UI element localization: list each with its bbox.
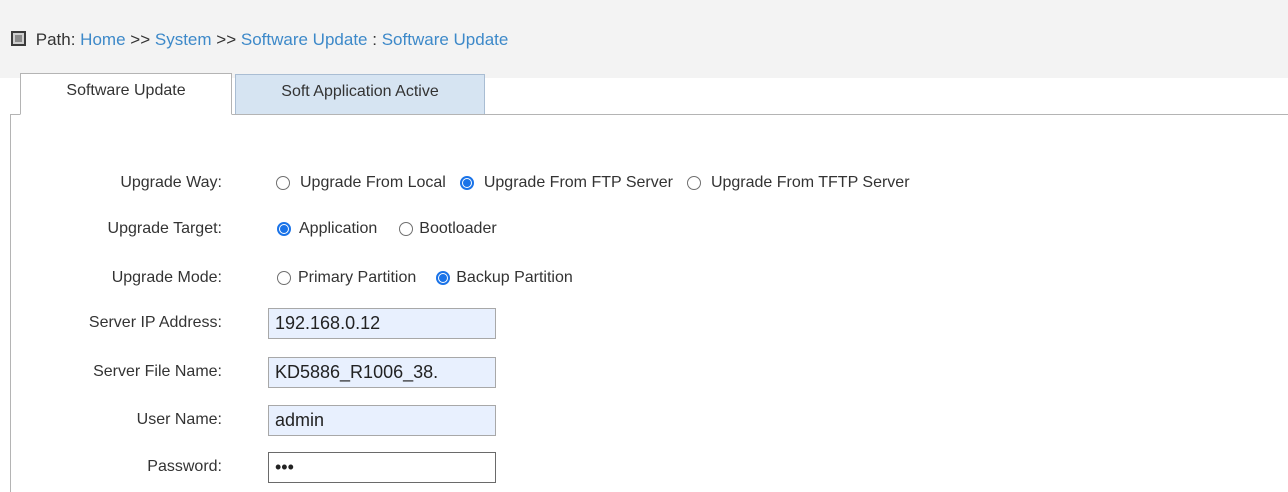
breadcrumb-separator: >> — [216, 30, 237, 49]
upgrade-target-option-label: Application — [299, 220, 378, 237]
server-ip-input[interactable] — [268, 308, 496, 339]
server-file-label: Server File Name: — [93, 363, 222, 380]
upgrade-way-option-ftp[interactable]: Upgrade From FTP Server — [459, 174, 673, 192]
upgrade-mode-label: Upgrade Mode: — [111, 269, 222, 286]
upgrade-target-row: Upgrade Target: Application Bootloader — [0, 214, 1288, 244]
upgrade-way-option-tftp[interactable]: Upgrade From TFTP Server — [686, 174, 910, 192]
breadcrumb-separator: >> — [130, 30, 151, 49]
user-name-label: User Name: — [136, 411, 222, 428]
radio-bootloader[interactable] — [399, 222, 414, 236]
breadcrumb-system[interactable]: System — [155, 30, 212, 49]
server-ip-row: Server IP Address: — [0, 308, 1288, 339]
breadcrumb-separator: : — [372, 30, 377, 49]
password-row: Password: — [0, 452, 1288, 483]
password-input[interactable] — [268, 452, 496, 483]
upgrade-way-row: Upgrade Way: Upgrade From Local Upgrade … — [0, 168, 1288, 198]
radio-upgrade-from-local[interactable] — [276, 176, 290, 190]
upgrade-way-option-label: Upgrade From FTP Server — [483, 174, 673, 191]
upgrade-mode-option-primary[interactable]: Primary Partition — [277, 269, 416, 287]
upgrade-mode-options: Primary Partition Backup Partition — [277, 263, 587, 293]
breadcrumb: Path: Home >> System >> Software Update … — [11, 30, 508, 50]
upgrade-target-option-label: Bootloader — [419, 220, 497, 237]
upgrade-mode-option-backup[interactable]: Backup Partition — [436, 269, 573, 287]
path-label: Path: — [35, 30, 76, 49]
radio-upgrade-from-tftp[interactable] — [686, 176, 701, 190]
upgrade-target-options: Application Bootloader — [277, 214, 511, 244]
radio-primary-partition[interactable] — [277, 271, 291, 285]
user-name-input[interactable] — [268, 405, 496, 436]
upgrade-way-label: Upgrade Way: — [120, 174, 222, 191]
upgrade-target-option-bootloader[interactable]: Bootloader — [399, 220, 497, 238]
server-ip-label: Server IP Address: — [88, 314, 222, 331]
tab-software-update[interactable]: Software Update — [20, 73, 232, 115]
server-file-row: Server File Name: — [0, 357, 1288, 388]
upgrade-target-label: Upgrade Target: — [107, 220, 222, 237]
server-file-name-input[interactable] — [268, 357, 496, 388]
radio-backup-partition[interactable] — [436, 271, 451, 285]
tab-soft-application-active[interactable]: Soft Application Active — [235, 74, 485, 114]
breadcrumb-home[interactable]: Home — [80, 30, 125, 49]
password-label: Password: — [147, 458, 222, 475]
upgrade-way-option-label: Upgrade From Local — [300, 174, 446, 191]
user-name-row: User Name: — [0, 405, 1288, 436]
path-square-icon — [11, 31, 26, 46]
path-bar: Path: Home >> System >> Software Update … — [0, 0, 1288, 78]
upgrade-mode-option-label: Backup Partition — [456, 269, 573, 286]
upgrade-mode-option-label: Primary Partition — [298, 269, 417, 286]
radio-upgrade-from-ftp[interactable] — [459, 176, 474, 190]
upgrade-way-option-label: Upgrade From TFTP Server — [710, 174, 910, 191]
upgrade-target-option-application[interactable]: Application — [277, 220, 377, 238]
breadcrumb-software-update[interactable]: Software Update — [241, 30, 368, 49]
upgrade-way-options: Upgrade From Local Upgrade From FTP Serv… — [276, 168, 924, 198]
radio-application[interactable] — [277, 222, 291, 236]
upgrade-way-option-local[interactable]: Upgrade From Local — [276, 174, 446, 192]
breadcrumb-current-page: Software Update — [381, 30, 509, 49]
upgrade-mode-row: Upgrade Mode: Primary Partition Backup P… — [0, 263, 1288, 293]
